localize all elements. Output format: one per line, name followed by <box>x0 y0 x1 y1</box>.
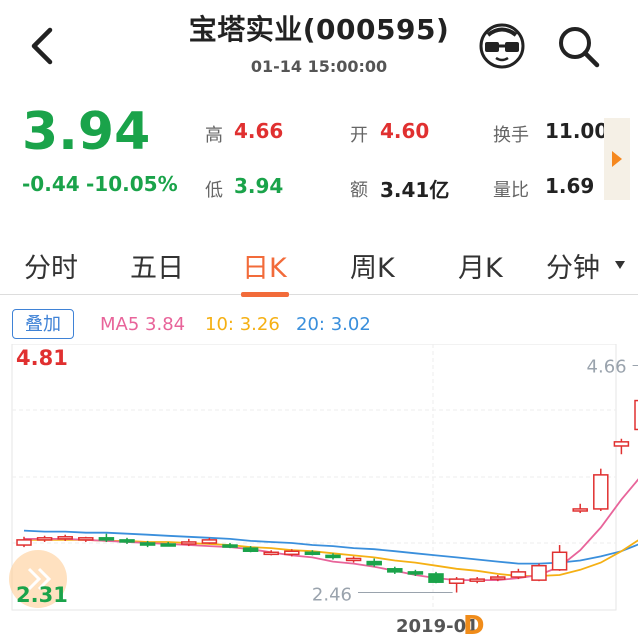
candle-body <box>263 551 279 556</box>
tab-minute[interactable]: 分钟 <box>546 246 600 285</box>
candle-body <box>98 537 115 541</box>
amount-label: 额 <box>350 180 368 201</box>
candle-body <box>242 547 259 552</box>
candle-body <box>613 441 630 447</box>
glasses-avatar-icon[interactable] <box>478 22 526 70</box>
event-marker-d: D <box>463 611 485 640</box>
price-change: -0.44 <box>22 172 80 196</box>
candle-body <box>387 568 403 573</box>
axis-max-label: 4.81 <box>16 346 68 370</box>
candle-body <box>57 536 73 540</box>
candle-body <box>428 573 444 583</box>
candles <box>16 399 638 593</box>
axis-min-label: 2.31 <box>16 583 68 607</box>
amount-value: 3.41亿 <box>380 178 450 202</box>
volume-ratio-label: 量比 <box>493 180 529 201</box>
candle-body <box>325 554 341 559</box>
top-bar: 宝塔实业(000595) 01-14 15:00:00 <box>0 0 638 90</box>
high-label: 高 <box>205 125 223 146</box>
period-tabs: 分时 五日 日K 周K 月K 分钟 <box>0 230 638 295</box>
candle-body <box>36 537 53 541</box>
candle-body <box>510 571 527 578</box>
candle-body <box>304 551 321 556</box>
caret-down-icon[interactable] <box>614 260 626 270</box>
candle-body <box>181 541 197 545</box>
ma-lines <box>23 478 638 582</box>
turnover-label: 换手 <box>493 125 529 146</box>
chart-grid <box>11 344 617 611</box>
chart-annotations: 4.662.462019-01D <box>312 356 638 640</box>
low-label: 低 <box>205 180 223 201</box>
ma20-line <box>23 529 638 565</box>
quote-datetime: 01-14 15:00:00 <box>250 57 388 76</box>
tab-weekly-k[interactable]: 周K <box>350 246 395 285</box>
candle-body <box>160 543 176 547</box>
more-quote-button[interactable] <box>604 118 630 200</box>
candle-body <box>448 578 465 584</box>
tab-intraday[interactable]: 分时 <box>24 246 78 285</box>
high-annotation: 4.66 <box>587 356 627 377</box>
candle-body <box>366 560 382 566</box>
tab-monthly-k[interactable]: 月K <box>458 246 503 285</box>
candle-body <box>222 544 238 548</box>
overlay-button[interactable]: 叠加 <box>12 309 74 339</box>
candle-body <box>572 508 588 512</box>
kline-chart[interactable]: 4.662.462019-01D <box>0 344 638 640</box>
current-price: 3.94 <box>22 102 151 162</box>
candle-body <box>139 542 156 546</box>
candle-body <box>284 550 300 556</box>
ma5-value: MA5 3.84 <box>100 314 186 335</box>
candle-body <box>119 539 135 543</box>
candle-body <box>490 576 506 580</box>
candle-body <box>531 564 547 581</box>
candle-body <box>78 537 94 541</box>
tab-daily-k[interactable]: 日K <box>242 246 287 285</box>
candle-body <box>407 571 424 575</box>
page-title: 宝塔实业(000595) <box>188 13 450 46</box>
active-tab-indicator <box>241 292 289 297</box>
candle-body <box>551 551 568 571</box>
volume-ratio-value: 1.69 <box>545 174 595 198</box>
tab-five-day[interactable]: 五日 <box>130 246 184 285</box>
ma5-line <box>24 478 638 582</box>
candle-body <box>593 474 609 510</box>
low-value: 3.94 <box>234 174 284 198</box>
open-value: 4.60 <box>380 119 430 143</box>
ma20-value: 20: 3.02 <box>296 314 371 335</box>
candle-body <box>345 557 362 562</box>
high-value: 4.66 <box>234 119 284 143</box>
low-annotation: 2.46 <box>312 585 352 606</box>
candle-body <box>201 539 218 544</box>
candle-body <box>16 539 32 546</box>
search-icon[interactable] <box>556 24 602 70</box>
ma10-value: 10: 3.26 <box>205 314 280 335</box>
play-right-icon <box>612 151 622 167</box>
open-label: 开 <box>350 125 368 146</box>
candle-body <box>469 578 485 582</box>
price-change-percent: -10.05% <box>86 172 178 196</box>
